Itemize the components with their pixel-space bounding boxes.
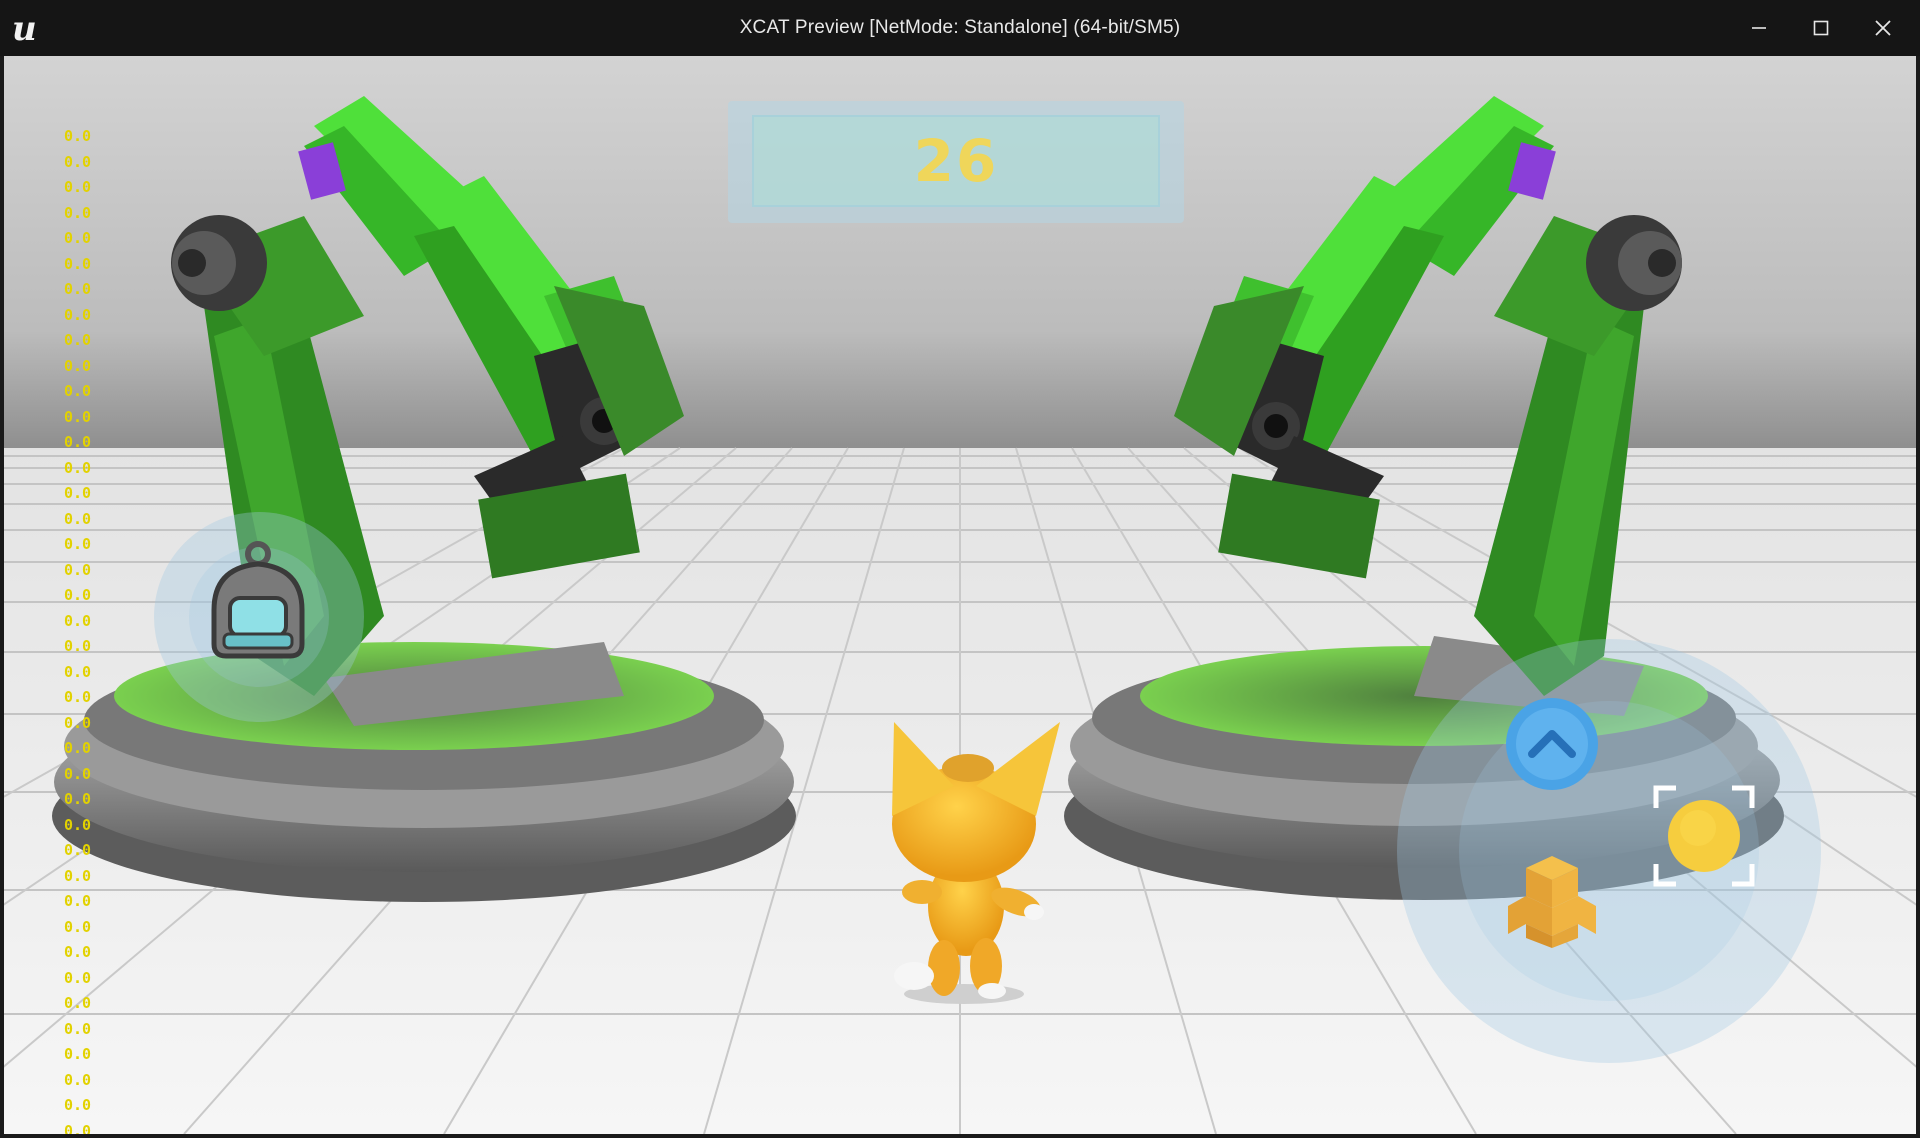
- stat-value: 0.0: [64, 611, 92, 630]
- stat-value: 0.0: [64, 968, 92, 987]
- stat-value: 0.0: [64, 739, 92, 757]
- maximize-button[interactable]: [1790, 0, 1852, 56]
- stat-value: 0.0: [64, 560, 92, 579]
- stat-value: 0.0: [64, 178, 92, 196]
- stat-value: 0.0: [64, 1121, 92, 1135]
- window-titlebar: u XCAT Preview [NetMode: Standalone] (64…: [0, 0, 1920, 56]
- stat-value: 0.0: [64, 764, 92, 783]
- stat-value: 0.0: [64, 637, 92, 655]
- stat-value: 0.0: [64, 790, 92, 808]
- stat-value: 0.0: [64, 203, 92, 222]
- stat-value: 0.0: [64, 943, 92, 961]
- stat-value: 0.0: [64, 815, 92, 834]
- stat-value: 0.0: [64, 1096, 92, 1114]
- stat-value: 0.0: [64, 152, 92, 171]
- stat-value: 0.0: [64, 458, 92, 477]
- stat-value: 0.0: [64, 535, 92, 553]
- stat-value: 0.0: [64, 509, 92, 528]
- stat-value: 0.0: [64, 433, 92, 451]
- stat-value: 0.0: [64, 688, 92, 706]
- stat-value: 0.0: [64, 1045, 92, 1063]
- stat-value: 0.0: [64, 662, 92, 681]
- stat-value: 0.0: [64, 1070, 92, 1089]
- close-icon: [1875, 20, 1891, 36]
- stat-value: 0.0: [64, 254, 92, 273]
- debug-stats-column: 0.0 0.0 0.0 0.0 0.0 0.0 0.0 0.0 0.0 0.0 0.0 0.0 0.0 0…: [64, 124, 104, 1134]
- focus-target-button[interactable]: [1652, 784, 1756, 888]
- stat-value: 0.0: [64, 229, 92, 247]
- backpack-icon[interactable]: [200, 540, 316, 664]
- jump-button[interactable]: [1504, 696, 1600, 792]
- stat-value: 0.0: [64, 127, 92, 145]
- stat-value: 0.0: [64, 407, 92, 426]
- score-value: 26: [913, 127, 999, 195]
- stat-value: 0.0: [64, 305, 92, 324]
- stat-value: 0.0: [64, 1019, 92, 1038]
- stat-value: 0.0: [64, 841, 92, 859]
- minimize-button[interactable]: [1728, 0, 1790, 56]
- score-panel: 26: [728, 101, 1184, 223]
- action-joystick[interactable]: [1394, 636, 1824, 1066]
- game-viewport[interactable]: 0.0 0.0 0.0 0.0 0.0 0.0 0.0 0.0 0.0 0.0 0.0 0.0 0.0 0…: [4, 56, 1916, 1134]
- minimize-icon: [1752, 27, 1766, 29]
- maximize-icon: [1813, 20, 1829, 36]
- stat-value: 0.0: [64, 586, 92, 604]
- window-title: XCAT Preview [NetMode: Standalone] (64-b…: [739, 17, 1181, 38]
- stat-value: 0.0: [64, 280, 92, 298]
- stat-value: 0.0: [64, 484, 92, 502]
- stat-value: 0.0: [64, 866, 92, 885]
- stat-value: 0.0: [64, 382, 92, 400]
- build-blocks-icon: [1508, 856, 1596, 948]
- score-panel-inner: 26: [752, 115, 1160, 207]
- stat-value: 0.0: [64, 713, 92, 732]
- build-blocks-button[interactable]: [1500, 848, 1604, 952]
- stat-value: 0.0: [64, 356, 92, 375]
- stat-value: 0.0: [64, 917, 92, 936]
- close-button[interactable]: [1852, 0, 1914, 56]
- stat-value: 0.0: [64, 994, 92, 1012]
- stat-value: 0.0: [64, 892, 92, 910]
- stat-value: 0.0: [64, 331, 92, 349]
